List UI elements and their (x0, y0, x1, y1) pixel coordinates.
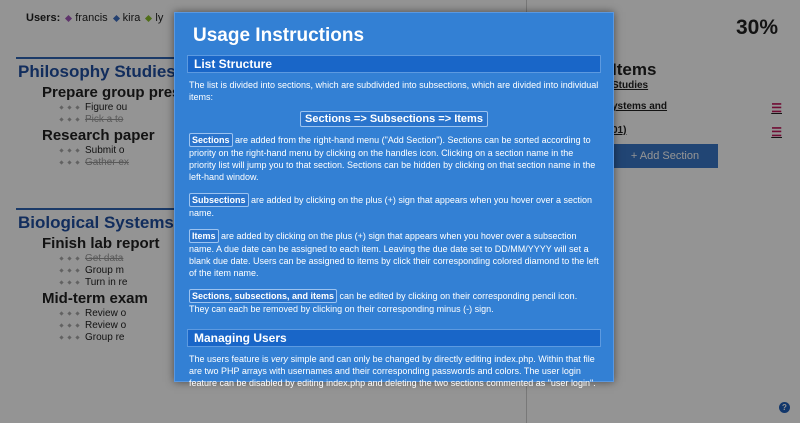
items-paragraph: Items are added by clicking on the plus … (189, 229, 599, 278)
edit-paragraph: Sections, subsections, and items can be … (189, 289, 578, 314)
modal-title: Usage Instructions (193, 25, 365, 46)
usage-instructions-modal: Usage Instructions List Structure The li… (174, 12, 614, 388)
subsections-tag: Subsections (189, 193, 249, 207)
managing-users-heading: Managing Users (187, 329, 601, 347)
sections-tag: Sections (189, 133, 233, 147)
list-structure-intro: The list is divided into sections, which… (189, 80, 599, 102)
subsections-paragraph: Subsections are added by clicking on the… (189, 193, 592, 218)
managing-users-paragraph: The users feature is very simple and can… (189, 354, 596, 388)
flow-label: Sections => Subsections => Items (300, 111, 488, 127)
list-structure-heading: List Structure (187, 55, 601, 73)
all-tag: Sections, subsections, and items (189, 289, 338, 303)
sections-paragraph: Sections are added from the right-hand m… (189, 133, 596, 182)
items-tag: Items (189, 229, 219, 243)
